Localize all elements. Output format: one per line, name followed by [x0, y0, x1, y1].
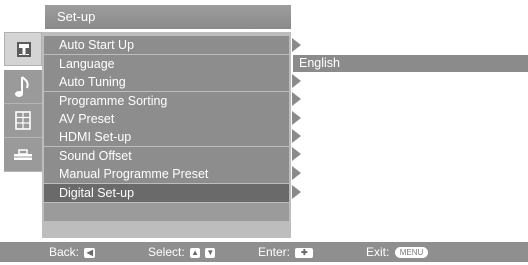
back-arrow-icon: ◀: [84, 247, 96, 258]
menu-item-label: Programme Sorting: [59, 94, 168, 108]
tab-picture[interactable]: [4, 32, 42, 66]
back-hint: Back: ◀: [49, 242, 96, 262]
menu-item-auto-tuning[interactable]: Auto Tuning: [44, 73, 289, 91]
feature-grid-icon: [15, 111, 31, 130]
menu-item-label: HDMI Set-up: [59, 130, 132, 144]
menu-item-label: Manual Programme Preset: [59, 167, 209, 181]
submenu-arrow-icon: [292, 38, 301, 52]
exit-hint: Exit: MENU: [366, 242, 429, 262]
language-value-text: English: [299, 56, 340, 70]
footer-hint-bar: Back: ◀ Select: ▲ ▼ Enter: ✚ Exit: MENU: [0, 242, 528, 262]
menu-title: Set-up: [57, 9, 96, 24]
menu-item-label: Sound Offset: [59, 149, 132, 163]
language-value[interactable]: English: [293, 55, 528, 72]
menu-item-language[interactable]: Language: [44, 55, 289, 73]
enter-hint: Enter: ✚: [258, 242, 314, 262]
tab-sound[interactable]: [4, 70, 42, 104]
menu-item-av-preset[interactable]: AV Preset: [44, 110, 289, 128]
setup-menu-panel: Auto Start Up Language Auto Tuning Progr…: [42, 32, 291, 238]
menu-item-manual-programme-preset[interactable]: Manual Programme Preset: [44, 165, 289, 183]
submenu-arrow-icon: [292, 147, 301, 161]
menu-item-programme-sorting[interactable]: Programme Sorting: [44, 92, 289, 110]
tab-setup[interactable]: [4, 138, 42, 172]
category-tabs: [4, 32, 42, 178]
back-label: Back:: [49, 245, 80, 259]
menu-item-label: Digital Set-up: [59, 186, 135, 200]
menu-item-label: Auto Tuning: [59, 75, 126, 89]
exit-label: Exit:: [366, 245, 390, 259]
menu-item-label: AV Preset: [59, 112, 115, 126]
menu-item-digital-set-up[interactable]: Digital Set-up: [44, 184, 289, 202]
enter-label: Enter:: [258, 245, 291, 259]
submenu-arrow-icon: [292, 185, 301, 199]
menu-empty-row: [44, 203, 289, 221]
tab-features[interactable]: [4, 104, 42, 138]
picture-tab-icon: [17, 42, 31, 57]
menu-item-label: Language: [59, 57, 115, 71]
menu-item-sound-offset[interactable]: Sound Offset: [44, 147, 289, 165]
submenu-arrow-icon: [292, 129, 301, 143]
up-arrow-icon: ▲: [190, 247, 201, 258]
menu-item-label: Auto Start Up: [59, 38, 135, 52]
down-arrow-icon: ▼: [205, 247, 216, 258]
menu-key-icon: MENU: [394, 247, 429, 259]
submenu-arrow-icon: [292, 166, 301, 180]
enter-key-icon: ✚: [295, 247, 314, 258]
submenu-arrow-icon: [292, 74, 301, 88]
setup-toolbox-icon: [14, 149, 32, 160]
menu-item-hdmi-set-up[interactable]: HDMI Set-up: [44, 128, 289, 146]
submenu-arrow-icon: [292, 111, 301, 125]
menu-item-auto-start-up[interactable]: Auto Start Up: [44, 36, 289, 54]
select-label: Select:: [148, 245, 185, 259]
menu-header: Set-up: [45, 5, 291, 29]
submenu-arrow-icon: [292, 92, 301, 106]
select-hint: Select: ▲ ▼: [148, 242, 216, 262]
music-note-icon: [15, 76, 29, 97]
